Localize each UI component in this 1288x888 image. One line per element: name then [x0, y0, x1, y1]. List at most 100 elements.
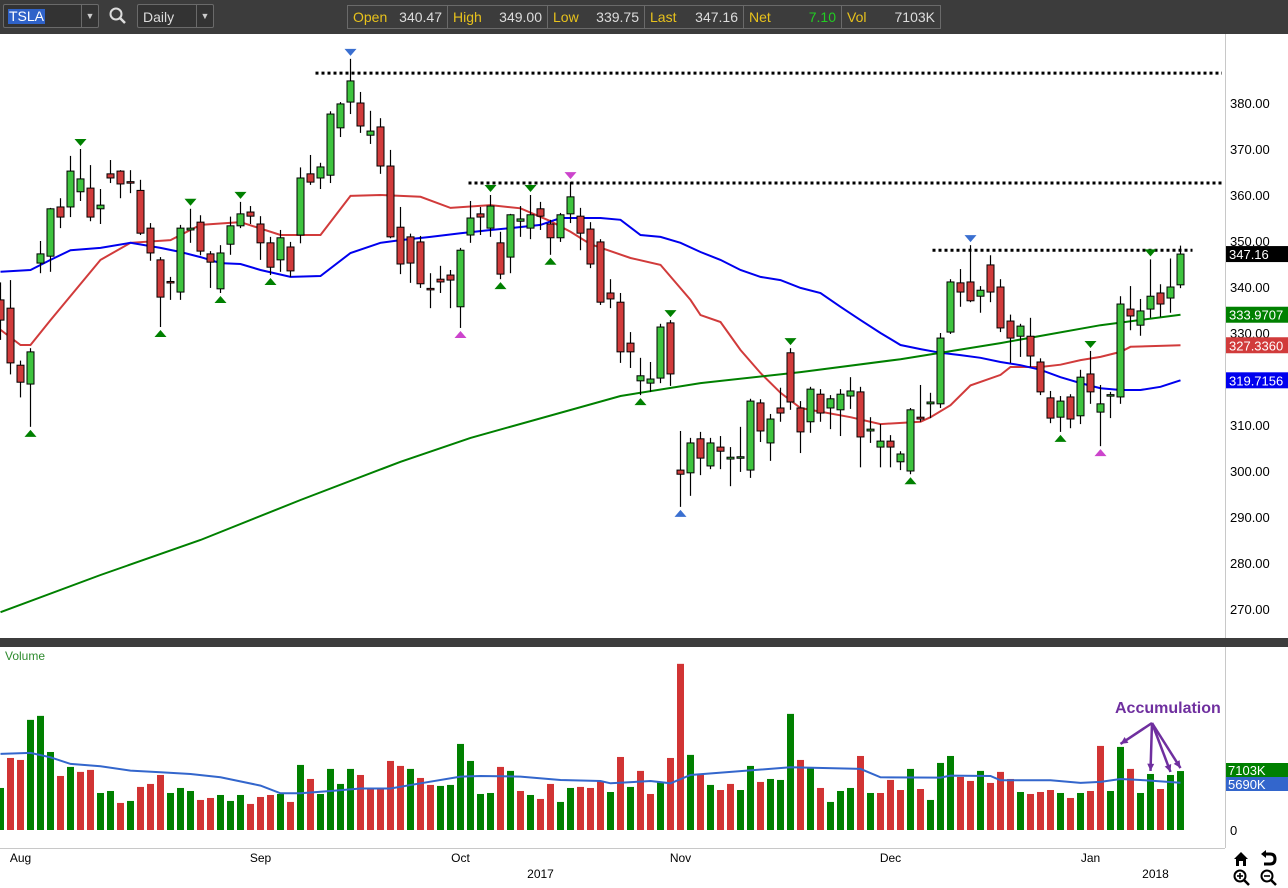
candle — [176, 224, 185, 300]
volume-bar — [927, 799, 934, 830]
price-tick-label: 290.00 — [1230, 510, 1270, 525]
volume-bar — [627, 786, 634, 830]
candle-body-down — [666, 322, 675, 375]
volume-bar — [517, 790, 524, 830]
price-tick-label: 370.00 — [1230, 142, 1270, 157]
volume-bar — [357, 774, 364, 830]
candle-body-up — [1146, 295, 1155, 310]
candle-body-down — [606, 292, 615, 300]
candle-body-down — [416, 241, 425, 285]
volume-bar — [797, 759, 804, 830]
candle-body-down — [716, 446, 725, 452]
panel-separator[interactable] — [0, 638, 1288, 647]
stock-chart[interactable]: Accumulation 270.00 280.00 290.00 300.00 310… — [0, 0, 1288, 888]
volume-bar — [1077, 792, 1084, 830]
volume-bar — [467, 760, 474, 830]
candle-body-up — [46, 208, 55, 257]
volume-bar — [187, 790, 194, 830]
candle-body-down — [106, 173, 115, 179]
volume-bar — [937, 762, 944, 830]
candle — [1036, 358, 1045, 396]
candle — [586, 222, 595, 269]
candle-body-up — [1056, 400, 1065, 418]
volume-bar — [587, 787, 594, 830]
volume-bar — [957, 776, 964, 830]
candle-body-up — [276, 237, 285, 261]
volume-bar — [897, 789, 904, 830]
candle-body-down — [796, 407, 805, 433]
volume-bar — [1027, 793, 1034, 830]
volume-bar — [847, 787, 854, 830]
candle-body-up — [456, 249, 465, 308]
volume-bar — [747, 765, 754, 830]
price-tag-label: 319.7156 — [1229, 373, 1283, 388]
candle-body-down — [196, 221, 205, 252]
candle-body-up — [466, 217, 475, 236]
volume-bar — [487, 792, 494, 830]
candle-body-up — [176, 227, 185, 293]
volume-bar — [597, 780, 604, 830]
date-label: Sep — [250, 851, 272, 865]
candle-body-up — [1176, 253, 1185, 286]
candle-body-down — [306, 173, 315, 183]
volume-bar — [577, 786, 584, 830]
candle-body-up — [686, 442, 695, 474]
price-tick-label: 300.00 — [1230, 464, 1270, 479]
candle — [996, 279, 1005, 333]
volume-bar — [507, 770, 514, 830]
candle-body-up — [566, 196, 575, 215]
candle — [706, 437, 715, 470]
volume-bar — [1177, 771, 1184, 830]
volume-bar — [677, 663, 684, 830]
volume-bar — [767, 778, 774, 830]
volume-bar — [117, 802, 124, 830]
candle-body-up — [1116, 303, 1125, 398]
price-tick-label: 280.00 — [1230, 556, 1270, 571]
candle-body-up — [526, 214, 535, 229]
candle-body-down — [886, 440, 895, 448]
candle-body-up — [926, 401, 935, 405]
volume-bar — [987, 782, 994, 830]
volume-tag-label: 5690K — [1228, 777, 1266, 792]
candle-body-down — [286, 246, 295, 272]
volume-bar — [167, 792, 174, 830]
volume-bar — [757, 781, 764, 830]
candle-body-up — [846, 390, 855, 397]
candle-body-up — [746, 400, 755, 471]
volume-bar — [727, 783, 734, 830]
volume-bar — [547, 783, 554, 830]
candle — [1076, 369, 1085, 425]
candle-body-down — [586, 228, 595, 265]
candle-body-down — [546, 223, 555, 239]
candle — [1116, 296, 1125, 404]
volume-bar — [1017, 791, 1024, 830]
volume-bar — [977, 770, 984, 830]
candle-body-down — [1126, 308, 1135, 317]
volume-bar — [697, 774, 704, 830]
volume-bar — [67, 766, 74, 830]
date-label: Oct — [451, 851, 470, 865]
price-tag-label: 327.3360 — [1229, 338, 1283, 353]
volume-bar — [857, 755, 864, 830]
volume-bar — [637, 770, 644, 830]
candle-body-up — [36, 253, 45, 264]
candle-body-down — [166, 280, 175, 284]
candle-body-down — [696, 438, 705, 459]
candle-body-up — [326, 113, 335, 176]
volume-bar — [317, 793, 324, 830]
candle-body-up — [706, 442, 715, 467]
candle-body-down — [126, 181, 135, 184]
candle-body-up — [26, 351, 35, 385]
candle-body-down — [1026, 335, 1035, 357]
volume-bar — [917, 788, 924, 830]
volume-bar — [77, 771, 84, 830]
candle-body-down — [786, 352, 795, 403]
candle — [786, 348, 795, 410]
year-label: 2017 — [527, 867, 554, 881]
volume-bar — [397, 765, 404, 830]
candle-body-down — [406, 236, 415, 264]
price-tick-label: 380.00 — [1230, 96, 1270, 111]
volume-bar — [867, 792, 874, 830]
candle-body-up — [96, 204, 105, 210]
volume-bar — [327, 768, 334, 830]
